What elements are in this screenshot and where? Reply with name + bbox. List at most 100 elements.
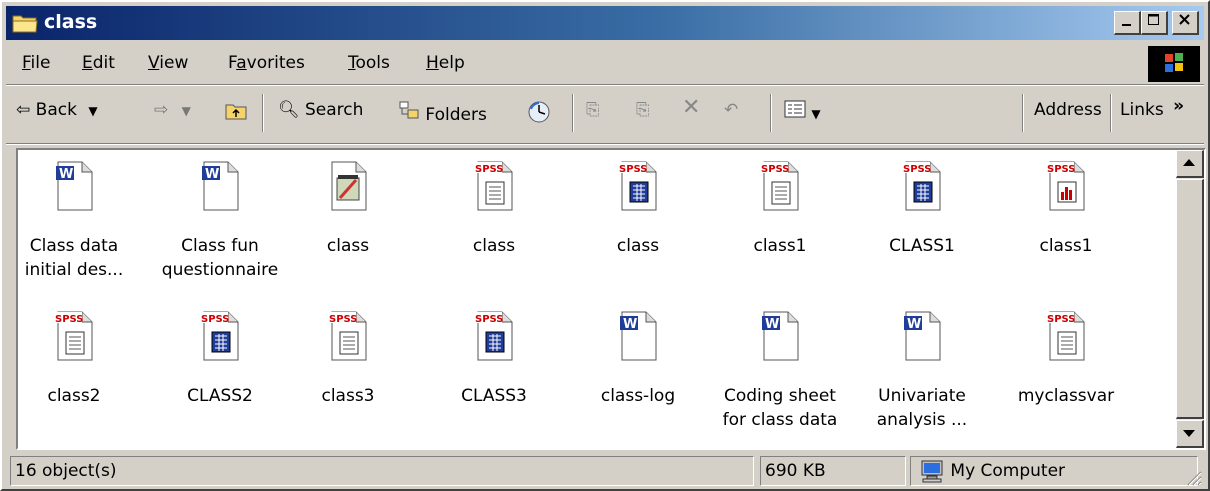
file-item[interactable]: Wclass-log bbox=[573, 310, 703, 408]
toolbar-separator bbox=[1110, 94, 1112, 132]
file-name-line: CLASS2 bbox=[187, 386, 253, 406]
close-button[interactable] bbox=[1172, 11, 1199, 35]
delete-button[interactable]: ✕ bbox=[682, 95, 700, 120]
svg-text:SPSS: SPSS bbox=[475, 164, 504, 175]
file-name-line: analysis ... bbox=[876, 410, 968, 430]
spss-syntax-icon: SPSS bbox=[1044, 310, 1088, 362]
explorer-window: class File Edit View Favorites Tools Hel… bbox=[0, 0, 1210, 491]
chevron-down-icon: ▼ bbox=[181, 104, 191, 118]
menu-view[interactable]: View bbox=[148, 53, 188, 73]
copy-to-button[interactable]: ⎘ bbox=[636, 100, 650, 120]
file-name-label: Univariate analysis ... bbox=[857, 384, 987, 432]
scroll-thumb[interactable] bbox=[1176, 179, 1204, 419]
spss-syntax-icon: SPSS bbox=[326, 310, 370, 362]
minimize-button[interactable] bbox=[1114, 11, 1141, 35]
svg-text:W: W bbox=[765, 317, 779, 332]
maximize-icon bbox=[1148, 14, 1159, 25]
undo-button[interactable]: ↶ bbox=[724, 100, 738, 120]
file-item[interactable]: SPSS class3 bbox=[283, 310, 413, 408]
views-button[interactable]: ▼ bbox=[784, 100, 821, 123]
file-item[interactable]: SPSS CLASS2 bbox=[155, 310, 285, 408]
svg-text:SPSS: SPSS bbox=[761, 164, 790, 175]
file-item[interactable]: W Class fun questionnaire bbox=[155, 160, 285, 282]
word-doc-icon: W bbox=[52, 160, 96, 212]
folders-button[interactable]: Folders bbox=[398, 100, 487, 125]
file-name-label: CLASS2 bbox=[155, 384, 285, 408]
resize-grip-icon[interactable] bbox=[1184, 468, 1202, 486]
windows-logo bbox=[1148, 46, 1200, 82]
delete-x-icon: ✕ bbox=[682, 95, 701, 120]
scroll-up-button[interactable] bbox=[1176, 150, 1204, 178]
word-doc-icon: W bbox=[900, 310, 944, 362]
back-arrow-icon: ⇦ bbox=[16, 100, 31, 120]
svg-text:W: W bbox=[205, 167, 219, 182]
file-name-line: Class data bbox=[29, 236, 119, 256]
file-name-label: Class data initial des... bbox=[9, 234, 139, 282]
file-name-line: class2 bbox=[47, 386, 101, 406]
address-bar-label[interactable]: Address bbox=[1034, 100, 1102, 120]
file-name-label: Coding sheet for class data bbox=[715, 384, 845, 432]
folder-icon bbox=[12, 15, 38, 33]
file-item[interactable]: W Class data initial des... bbox=[9, 160, 139, 282]
menu-help[interactable]: Help bbox=[426, 53, 465, 73]
move-to-button[interactable]: ⎘ bbox=[586, 100, 600, 120]
file-name-label: class bbox=[429, 234, 559, 258]
chevron-more-icon: » bbox=[1173, 96, 1185, 116]
file-name-line: class bbox=[326, 236, 370, 256]
menu-tools[interactable]: Tools bbox=[348, 53, 390, 73]
spss-data-icon: SPSS bbox=[900, 160, 944, 212]
back-button[interactable]: ⇦ Back ▼ bbox=[16, 100, 98, 120]
history-button[interactable] bbox=[526, 100, 552, 129]
file-item[interactable]: SPSS class1 bbox=[1001, 160, 1131, 258]
maximize-button[interactable] bbox=[1141, 11, 1168, 35]
arrow-down-icon bbox=[1183, 430, 1195, 437]
scroll-down-button[interactable] bbox=[1176, 420, 1204, 448]
search-button[interactable]: 🔍︎ Search bbox=[278, 100, 363, 120]
file-name-label: CLASS1 bbox=[857, 234, 987, 258]
menu-file[interactable]: File bbox=[22, 53, 50, 73]
file-name-line: class1 bbox=[753, 236, 807, 256]
file-name-line: class1 bbox=[1039, 236, 1093, 256]
minimize-icon bbox=[1122, 24, 1131, 26]
file-item[interactable]: W Coding sheet for class data bbox=[715, 310, 845, 432]
file-name-line: class bbox=[616, 236, 660, 256]
title-bar[interactable]: class bbox=[6, 6, 1204, 40]
status-bar: 16 object(s) 690 KB My Computer bbox=[6, 454, 1204, 488]
svg-text:SPSS: SPSS bbox=[475, 314, 504, 325]
file-item[interactable]: SPSS CLASS3 bbox=[429, 310, 559, 408]
file-name-line: Univariate bbox=[878, 386, 966, 406]
file-item[interactable]: W Univariate analysis ... bbox=[857, 310, 987, 432]
file-name-line: class-log bbox=[600, 386, 676, 406]
file-item[interactable]: SPSS class1 bbox=[715, 160, 845, 258]
my-computer-icon bbox=[921, 460, 943, 483]
svg-text:SPSS: SPSS bbox=[619, 164, 648, 175]
file-list-view: W Class data initial des... W Class fun quest… bbox=[16, 148, 1206, 450]
file-item[interactable]: class bbox=[283, 160, 413, 258]
undo-icon: ↶ bbox=[724, 100, 739, 120]
links-bar[interactable]: Links » bbox=[1120, 96, 1184, 120]
forward-button[interactable]: ⇨ ▼ bbox=[154, 100, 191, 120]
menu-edit[interactable]: Edit bbox=[82, 53, 115, 73]
up-folder-icon bbox=[225, 104, 247, 120]
file-name-label: class1 bbox=[715, 234, 845, 258]
windows-flag-icon bbox=[1165, 53, 1183, 72]
svg-text:W: W bbox=[907, 317, 921, 332]
vertical-scrollbar[interactable] bbox=[1176, 150, 1204, 448]
file-item[interactable]: SPSS class bbox=[429, 160, 559, 258]
close-icon bbox=[1179, 14, 1190, 25]
file-item[interactable]: SPSS myclassvar bbox=[1001, 310, 1131, 408]
svg-text:W: W bbox=[59, 167, 73, 182]
word-doc-icon: W bbox=[616, 310, 660, 362]
spss-data-icon: SPSS bbox=[198, 310, 242, 362]
menu-favorites[interactable]: Favorites bbox=[228, 53, 305, 73]
file-name-label: class bbox=[573, 234, 703, 258]
up-folder-button[interactable] bbox=[224, 100, 248, 127]
svg-text:SPSS: SPSS bbox=[201, 314, 230, 325]
file-name-line: Class fun bbox=[181, 236, 259, 256]
arrow-up-icon bbox=[1183, 159, 1195, 166]
file-item[interactable]: SPSS class bbox=[573, 160, 703, 258]
spss-syntax-icon: SPSS bbox=[472, 160, 516, 212]
file-item[interactable]: SPSS class2 bbox=[9, 310, 139, 408]
file-item[interactable]: SPSS CLASS1 bbox=[857, 160, 987, 258]
forward-arrow-icon: ⇨ bbox=[154, 100, 169, 120]
